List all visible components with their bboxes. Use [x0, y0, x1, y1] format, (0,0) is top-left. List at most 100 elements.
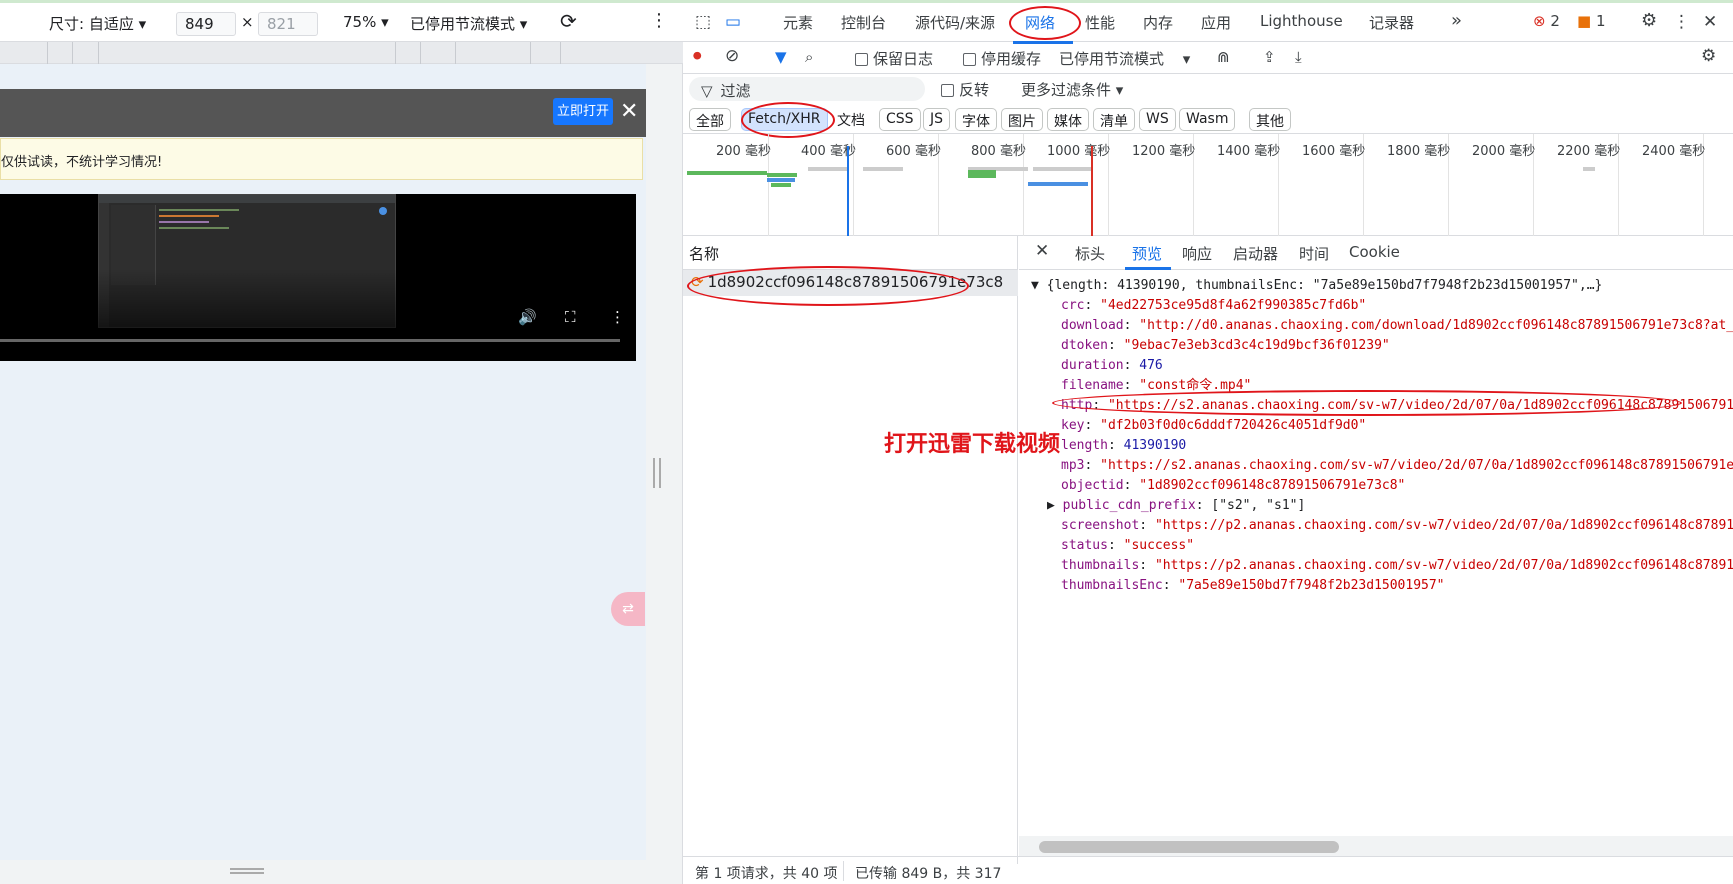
json-key: key: [1061, 418, 1085, 433]
tab-elements[interactable]: 元素: [783, 12, 813, 33]
invert-checkbox[interactable]: 反转: [941, 79, 989, 100]
more-options-icon[interactable]: ⋮: [650, 10, 668, 31]
export-har-icon[interactable]: ⤓: [1295, 48, 1302, 66]
type-css[interactable]: CSS: [879, 108, 921, 131]
tab-cookies[interactable]: Cookie: [1349, 243, 1400, 261]
tab-preview[interactable]: 预览: [1132, 243, 1162, 264]
waterfall-bar: [1033, 167, 1093, 171]
disable-cache-checkbox[interactable]: 停用缓存: [963, 48, 1041, 69]
json-colon: :: [1195, 498, 1212, 513]
json-value: "https://s2.ananas.chaoxing.com/sv-w7/vi…: [1100, 458, 1733, 473]
video-more-icon[interactable]: ⋮: [610, 308, 625, 326]
json-key: public_cdn_prefix: [1062, 498, 1196, 513]
json-key: download: [1061, 318, 1124, 333]
filter-icon[interactable]: ▼: [775, 48, 787, 66]
type-all[interactable]: 全部: [689, 108, 731, 131]
volume-icon[interactable]: 🔊: [518, 308, 537, 326]
tab-headers[interactable]: 标头: [1075, 243, 1105, 264]
json-colon: :: [1123, 378, 1140, 393]
more-tabs-icon[interactable]: »: [1451, 10, 1462, 31]
open-app-button[interactable]: 立即打开: [553, 98, 613, 125]
json-colon: :: [1123, 318, 1140, 333]
zoom-dropdown[interactable]: 75% ▾: [343, 13, 389, 31]
size-dropdown[interactable]: 尺寸: 自适应 ▾: [49, 13, 146, 34]
video-player[interactable]: 🔊 ⛶ ⋮: [0, 194, 636, 361]
error-count[interactable]: ⊗ 2: [1533, 12, 1560, 30]
preserve-log-checkbox[interactable]: 保留日志: [855, 48, 933, 69]
height-input[interactable]: 821: [258, 12, 318, 36]
more-filters-dropdown[interactable]: 更多过滤条件 ▾: [1021, 79, 1123, 100]
json-property-public-cdn-prefix[interactable]: ▶ public_cdn_prefix: ["s2", "s1"]: [1047, 496, 1305, 516]
type-img[interactable]: 图片: [1001, 108, 1043, 131]
json-property-objectid: objectid: "1d8902ccf096148c87891506791e7…: [1061, 476, 1405, 496]
network-settings-icon[interactable]: ⚙: [1701, 46, 1716, 66]
tab-performance[interactable]: 性能: [1085, 12, 1115, 33]
json-root-line[interactable]: ▼ {length: 41390190, thumbnailsEnc: "7a5…: [1031, 276, 1602, 296]
media-query-ruler[interactable]: [0, 42, 683, 64]
floating-assistant-button[interactable]: ⇄: [611, 592, 645, 626]
fullscreen-icon[interactable]: ⛶: [565, 308, 576, 326]
tab-timing[interactable]: 时间: [1299, 243, 1329, 264]
tab-initiator[interactable]: 启动器: [1233, 243, 1278, 264]
devtools-menu-icon[interactable]: ⋮: [1673, 12, 1690, 32]
name-column-header[interactable]: 名称: [683, 236, 1018, 270]
stop-recording-icon[interactable]: ⏺: [693, 46, 702, 66]
request-detail-pane: ✕ 标头 预览 响应 启动器 时间 Cookie ▼ {length: 4139…: [1019, 236, 1733, 856]
json-value: "success": [1123, 538, 1195, 553]
network-conditions-icon[interactable]: ⋒: [1217, 48, 1230, 66]
type-font[interactable]: 字体: [955, 108, 997, 131]
json-summary: {length: 41390190, thumbnailsEnc: "7a5e8…: [1046, 278, 1603, 293]
throttle-select[interactable]: 已停用节流模式 ▾: [1059, 48, 1190, 69]
tab-recorder[interactable]: 记录器: [1369, 12, 1414, 33]
json-value: "1d8902ccf096148c87891506791e73c8": [1139, 478, 1406, 493]
close-detail-icon[interactable]: ✕: [1035, 241, 1049, 261]
resize-handle-right[interactable]: [653, 458, 661, 488]
clear-icon[interactable]: ⊘: [725, 46, 739, 66]
video-progress-bar[interactable]: [0, 339, 620, 342]
scrollbar-thumb[interactable]: [1039, 841, 1339, 853]
settings-gear-icon[interactable]: ⚙: [1641, 10, 1657, 31]
json-value: "df2b03f0d0c6dddf720426c4051df9d0": [1100, 418, 1367, 433]
import-har-icon[interactable]: ⇪: [1263, 48, 1276, 66]
tab-application[interactable]: 应用: [1201, 12, 1231, 33]
type-manifest[interactable]: 清单: [1093, 108, 1135, 131]
horizontal-scrollbar[interactable]: [1019, 836, 1733, 856]
type-media[interactable]: 媒体: [1047, 108, 1089, 131]
type-wasm[interactable]: Wasm: [1179, 108, 1236, 131]
json-key: thumbnailsEnc: [1061, 578, 1163, 593]
type-other[interactable]: 其他: [1249, 108, 1291, 131]
json-key: length: [1061, 438, 1108, 453]
tab-memory[interactable]: 内存: [1143, 12, 1173, 33]
network-overview-timeline[interactable]: 200 毫秒 400 毫秒 600 毫秒 800 毫秒 1000 毫秒 1200…: [683, 134, 1733, 236]
type-js[interactable]: JS: [923, 108, 951, 131]
json-key: duration: [1061, 358, 1124, 373]
type-ws[interactable]: WS: [1139, 108, 1176, 131]
json-property-length: length: 41390190: [1061, 436, 1186, 456]
close-icon[interactable]: ✕: [620, 98, 638, 125]
json-colon: :: [1139, 558, 1155, 573]
waterfall-bar: [1028, 182, 1088, 186]
warning-count-value: 1: [1595, 12, 1606, 30]
tab-sources[interactable]: 源代码/来源: [915, 12, 995, 33]
type-doc[interactable]: 文档: [831, 108, 871, 131]
json-value: "http://d0.ananas.chaoxing.com/download/…: [1139, 318, 1733, 333]
device-toggle-icon[interactable]: ▭: [725, 12, 741, 32]
json-colon: :: [1162, 578, 1179, 593]
width-input[interactable]: 849: [176, 12, 236, 36]
rotate-icon[interactable]: ⟳: [560, 9, 577, 33]
resize-handle-bottom[interactable]: [230, 868, 264, 874]
inspect-element-icon[interactable]: ⬚: [695, 12, 711, 32]
tick-label: 800 毫秒: [971, 144, 1026, 159]
tab-response[interactable]: 响应: [1182, 243, 1212, 264]
expand-triangle-icon: ▶: [1047, 498, 1063, 513]
app-banner: 立即打开 ✕: [0, 89, 646, 137]
waterfall-bar: [687, 171, 767, 175]
throttle-dropdown[interactable]: 已停用节流模式 ▾: [410, 13, 527, 34]
warning-count[interactable]: ■ 1: [1577, 12, 1606, 30]
tab-console[interactable]: 控制台: [841, 12, 886, 33]
search-icon[interactable]: ⌕: [805, 48, 813, 66]
tab-lighthouse[interactable]: Lighthouse: [1260, 12, 1343, 30]
close-devtools-icon[interactable]: ✕: [1703, 12, 1717, 32]
filter-input[interactable]: ▽ 过滤: [689, 77, 925, 101]
json-value: "https://p2.ananas.chaoxing.com/sv-w7/vi…: [1154, 518, 1733, 533]
